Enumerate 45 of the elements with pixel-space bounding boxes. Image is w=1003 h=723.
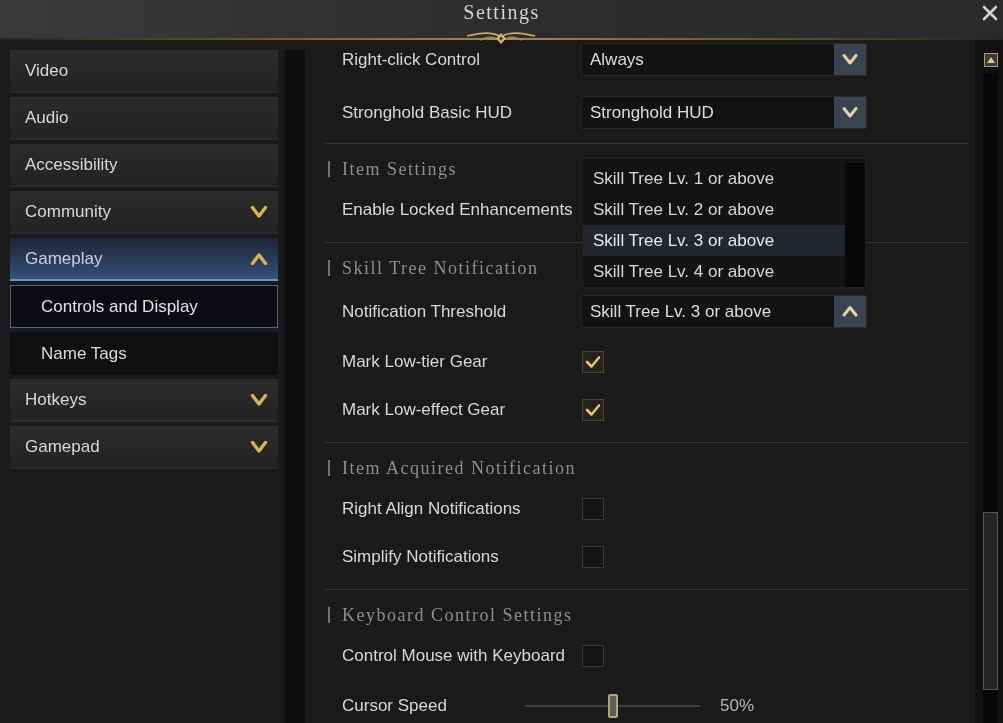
- dropdown[interactable]: Skill Tree Lv. 3 or above: [581, 295, 867, 328]
- sidebar-item[interactable]: Gameplay: [10, 238, 278, 281]
- close-button[interactable]: [982, 5, 998, 21]
- setting-label: Stronghold Basic HUD: [342, 101, 513, 124]
- section-heading: Skill Tree Notification: [342, 257, 539, 280]
- checkmark-icon: [585, 403, 601, 417]
- setting-label: Cursor Speed: [342, 695, 447, 718]
- checkbox[interactable]: [582, 498, 604, 520]
- sidebar-item[interactable]: Controls and Display: [10, 285, 278, 328]
- scrollbar-thumb[interactable]: [983, 512, 998, 690]
- dropdown-option[interactable]: Skill Tree Lv. 1 or above: [583, 163, 845, 194]
- setting-label: Mark Low-effect Gear: [342, 399, 506, 422]
- slider-thumb[interactable]: [607, 694, 618, 718]
- setting-label: Mark Low-tier Gear: [342, 351, 488, 374]
- window-title: Settings: [463, 0, 540, 24]
- scroll-up-button[interactable]: [984, 53, 998, 67]
- sidebar-item[interactable]: Hotkeys: [10, 379, 278, 422]
- checkbox[interactable]: [582, 546, 604, 568]
- checkbox[interactable]: [582, 399, 604, 421]
- slider-value: 50%: [720, 695, 755, 718]
- sidebar-item[interactable]: Accessibility: [10, 144, 278, 187]
- dropdown-option[interactable]: Skill Tree Lv. 3 or above: [583, 225, 845, 256]
- sidebar-item[interactable]: Community: [10, 191, 278, 234]
- section-heading: Item Acquired Notification: [342, 457, 576, 480]
- checkmark-icon: [585, 355, 601, 369]
- sidebar-item[interactable]: Video: [10, 50, 278, 93]
- sidebar-item[interactable]: Gamepad: [10, 426, 278, 469]
- setting-label: Notification Threshold: [342, 300, 507, 323]
- sidebar-item[interactable]: Audio: [10, 97, 278, 140]
- caret-up-icon: [987, 57, 995, 63]
- dropdown-option[interactable]: Skill Tree Lv. 2 or above: [583, 194, 845, 225]
- dropdown[interactable]: Stronghold HUD: [581, 96, 867, 129]
- dropdown-option[interactable]: Skill Tree Lv. 4 or above: [583, 256, 845, 287]
- checkbox[interactable]: [582, 351, 604, 373]
- setting-label: Right-click Control: [342, 48, 480, 71]
- close-icon: [982, 5, 998, 21]
- checkbox[interactable]: [582, 645, 604, 667]
- section-heading: Item Settings: [342, 158, 457, 181]
- dropdown[interactable]: Always: [581, 43, 867, 76]
- section-heading: Keyboard Control Settings: [342, 604, 573, 627]
- setting-label: Control Mouse with Keyboard: [342, 645, 565, 668]
- setting-label: Enable Locked Enhancements: [342, 199, 573, 222]
- setting-label: Right Align Notifications: [342, 498, 521, 521]
- sidebar-item[interactable]: Name Tags: [10, 332, 278, 375]
- setting-label: Simplify Notifications: [342, 546, 499, 569]
